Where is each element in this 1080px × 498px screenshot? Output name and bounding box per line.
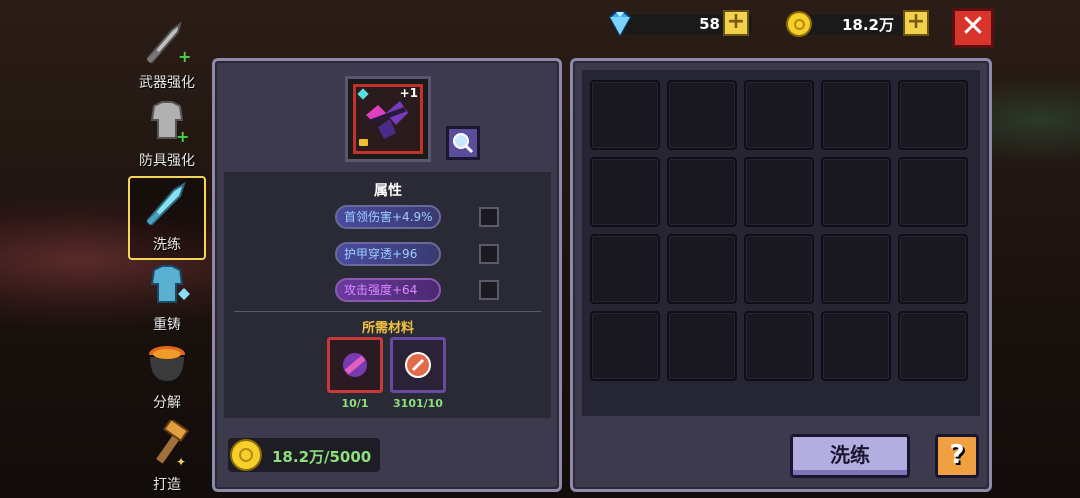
lock-checkbox-attack-power[interactable]	[479, 280, 499, 300]
gem-icon	[608, 11, 632, 37]
lock-checkbox-boss-damage[interactable]	[479, 207, 499, 227]
material-slot-scroll[interactable]	[327, 337, 383, 393]
inventory-slot[interactable]	[744, 157, 814, 227]
sidebar-item-label: 防具强化	[139, 153, 195, 169]
inventory-slot[interactable]	[898, 311, 968, 381]
equipped-item-slot[interactable]: +1	[345, 76, 431, 162]
svg-text:✦: ✦	[176, 455, 186, 469]
inventory-slot[interactable]	[590, 311, 660, 381]
gold-coin-icon	[786, 11, 812, 37]
forge-hammer-icon: ✦	[156, 417, 190, 469]
add-gold-button[interactable]: +	[903, 10, 929, 36]
inspect-button[interactable]	[446, 126, 480, 160]
sidebar-item-label: 分解	[153, 395, 181, 411]
sidebar-item-label: 洗练	[153, 237, 181, 253]
inventory-slot[interactable]	[590, 157, 660, 227]
inventory-slot[interactable]	[667, 80, 737, 150]
cost-label: 18.2万/5000	[272, 448, 372, 466]
sidebar-item-weapon-upgrade[interactable]: + 武器强化	[128, 18, 206, 92]
attribute-armor-penetration: 护甲穿透+96	[335, 242, 441, 266]
gem-count: 58	[699, 15, 720, 33]
inventory-slot[interactable]	[898, 234, 968, 304]
red-stone-icon	[405, 352, 431, 378]
sidebar-item-armor-upgrade[interactable]: + 防具强化	[128, 96, 206, 170]
sidebar-item-label: 打造	[153, 477, 181, 493]
lock-icon	[359, 139, 368, 146]
inventory-slot[interactable]	[667, 311, 737, 381]
inventory-slot[interactable]	[821, 234, 891, 304]
divider	[234, 311, 541, 312]
inventory-slot[interactable]	[667, 157, 737, 227]
inventory-slot[interactable]	[821, 80, 891, 150]
sidebar-item-dismantle[interactable]: 分解	[128, 338, 206, 412]
inventory-slot[interactable]	[744, 80, 814, 150]
refine-button[interactable]: 洗练	[790, 434, 910, 478]
inventory-slot[interactable]	[821, 311, 891, 381]
purple-scroll-icon	[343, 353, 367, 377]
inventory-slot[interactable]	[590, 234, 660, 304]
help-button[interactable]: ?	[935, 434, 979, 478]
sidebar-item-refine[interactable]: 洗练	[128, 176, 206, 260]
attributes-title: 属性	[374, 183, 402, 199]
attribute-boss-damage: 首领伤害+4.9%	[335, 205, 441, 229]
magnifier-icon	[453, 133, 474, 154]
refine-cost: 18.2万/5000	[228, 438, 380, 472]
sidebar-item-label: 武器强化	[139, 75, 195, 91]
cauldron-icon	[147, 346, 187, 384]
armor-upgrade-icon: +	[150, 101, 189, 146]
lock-checkbox-armor-penetration[interactable]	[479, 244, 499, 264]
sidebar-item-forge[interactable]: ✦ 打造	[128, 417, 206, 494]
gold-count: 18.2万	[841, 15, 894, 34]
material-slot-stone[interactable]	[390, 337, 446, 393]
sword-upgrade-icon: +	[146, 21, 191, 66]
sidebar-item-label: 重铸	[153, 317, 181, 333]
inventory-slot[interactable]	[898, 80, 968, 150]
inventory-slot[interactable]	[821, 157, 891, 227]
reforge-armor-icon	[150, 265, 190, 303]
add-gems-button[interactable]: +	[723, 10, 749, 36]
inventory-slot[interactable]	[898, 157, 968, 227]
materials-title: 所需材料	[361, 321, 414, 336]
close-button[interactable]: ✕	[952, 8, 994, 48]
gold-coin-icon	[230, 439, 262, 471]
inventory-slot[interactable]	[744, 311, 814, 381]
attribute-attack-power: 攻击强度+64	[335, 278, 441, 302]
item-level: +1	[399, 86, 418, 100]
refine-sword-icon	[146, 181, 186, 226]
inventory-slot[interactable]	[590, 80, 660, 150]
material-count-stone: 3101/10	[393, 397, 443, 410]
inventory-slot[interactable]	[744, 234, 814, 304]
svg-text:+: +	[176, 127, 189, 146]
svg-text:+: +	[178, 47, 191, 66]
inventory-slot[interactable]	[667, 234, 737, 304]
sidebar-item-reforge[interactable]: 重铸	[128, 260, 206, 334]
